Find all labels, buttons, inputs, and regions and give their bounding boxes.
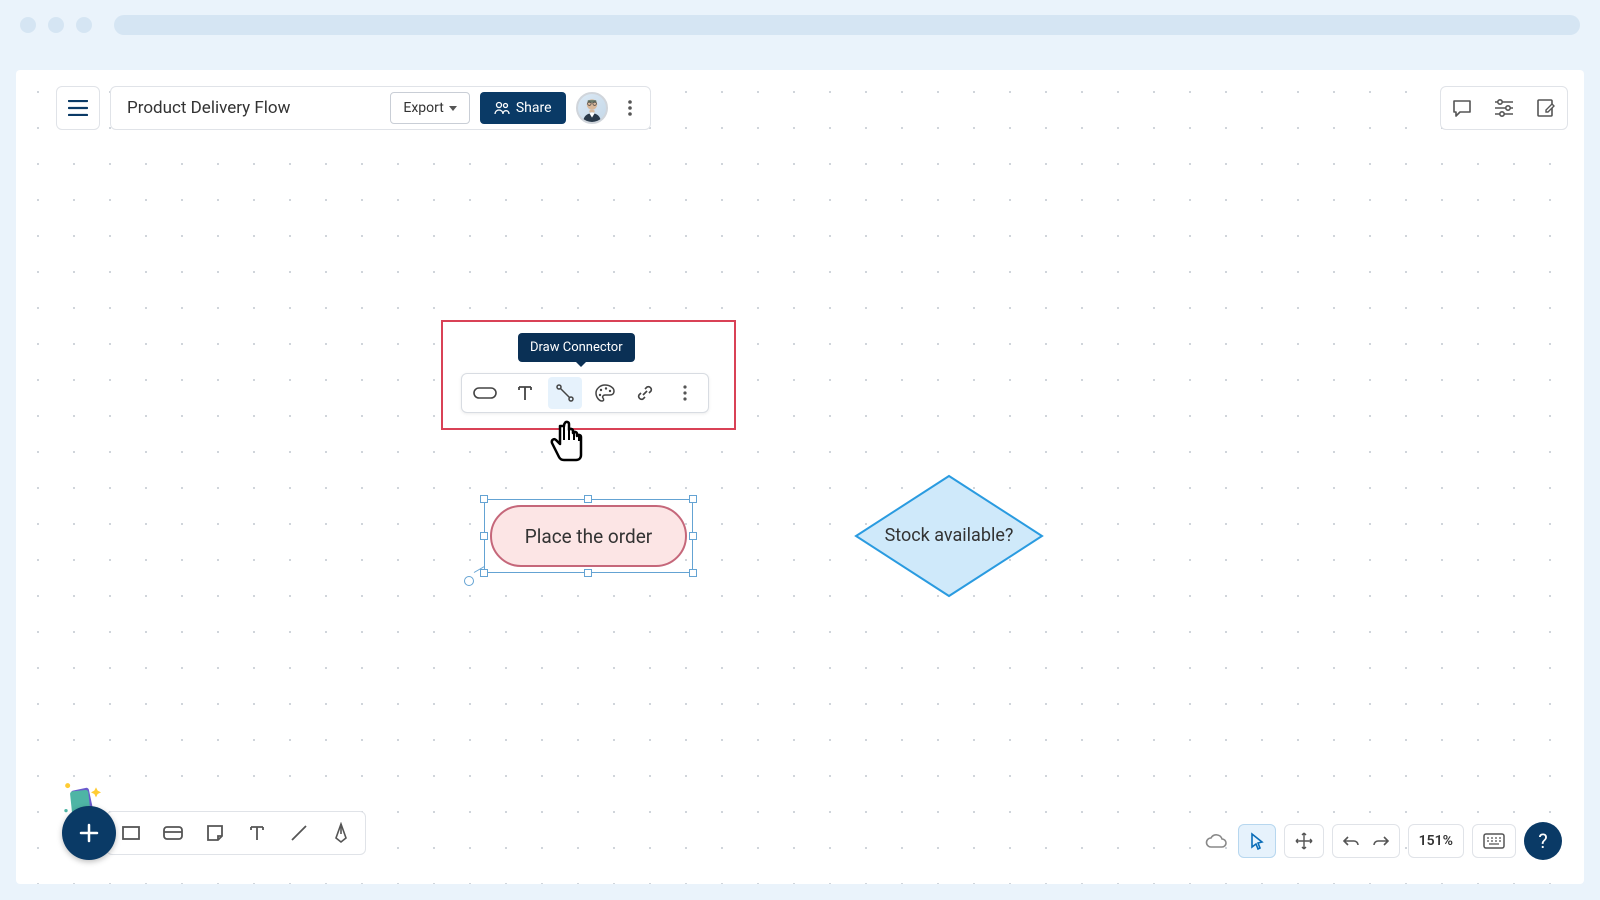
hamburger-menu-button[interactable] — [56, 86, 100, 130]
canvas[interactable]: Product Delivery Flow Export Share — [16, 70, 1584, 884]
browser-chrome — [0, 0, 1600, 50]
shape-style-button[interactable] — [468, 377, 502, 409]
link-button[interactable] — [628, 377, 662, 409]
comments-button[interactable] — [1449, 95, 1475, 121]
container-icon — [162, 824, 184, 842]
settings-button[interactable] — [1491, 95, 1517, 121]
shape-text: Stock available? — [885, 524, 1014, 548]
select-mode-button[interactable] — [1238, 824, 1276, 858]
selection-handle[interactable] — [689, 532, 697, 540]
cursor-icon — [1249, 832, 1265, 850]
url-bar — [114, 15, 1580, 35]
traffic-dot — [20, 17, 36, 33]
line-icon — [289, 823, 309, 843]
sliders-icon — [1493, 98, 1515, 118]
keyboard-shortcuts-button[interactable] — [1472, 824, 1516, 858]
redo-icon — [1372, 834, 1390, 848]
more-menu-button[interactable] — [618, 92, 642, 124]
kebab-icon — [628, 100, 632, 116]
text-style-button[interactable] — [508, 377, 542, 409]
selection-handle[interactable] — [689, 495, 697, 503]
share-label: Share — [516, 100, 552, 116]
traffic-dot — [48, 17, 64, 33]
rectangle-tool[interactable] — [119, 821, 143, 845]
undo-icon — [1342, 834, 1360, 848]
top-left-group: Product Delivery Flow Export Share — [56, 86, 651, 130]
link-icon — [635, 383, 655, 403]
zoom-level-button[interactable]: 151% — [1408, 824, 1464, 858]
tooltip-text: Draw Connector — [530, 340, 623, 355]
avatar-image — [578, 94, 606, 122]
decision-text-wrap: Stock available? — [854, 474, 1044, 598]
text-icon — [248, 824, 266, 842]
more-options-button[interactable] — [668, 377, 702, 409]
plus-icon — [78, 822, 100, 844]
rectangle-icon — [121, 824, 141, 842]
export-label: Export — [403, 100, 443, 116]
bottom-left-group — [62, 806, 366, 860]
document-title[interactable]: Product Delivery Flow — [127, 98, 290, 118]
add-fab-button[interactable] — [62, 806, 116, 860]
selection-handle[interactable] — [480, 495, 488, 503]
shape-context-toolbar — [461, 373, 709, 413]
caret-down-icon — [449, 106, 457, 111]
note-edit-icon — [1535, 97, 1557, 119]
tooltip: Draw Connector — [518, 333, 635, 362]
selection-handle[interactable] — [584, 569, 592, 577]
edit-button[interactable] — [1533, 95, 1559, 121]
palette-icon — [594, 383, 616, 403]
help-button[interactable]: ? — [1524, 822, 1562, 860]
export-button[interactable]: Export — [390, 92, 469, 124]
freehand-tool[interactable] — [329, 821, 353, 845]
share-button[interactable]: Share — [480, 92, 566, 124]
selection-handle[interactable] — [689, 569, 697, 577]
hamburger-icon — [68, 100, 88, 116]
selection-handle[interactable] — [480, 532, 488, 540]
people-icon — [494, 101, 510, 115]
chat-icon — [1451, 97, 1473, 119]
kebab-icon — [683, 385, 687, 401]
text-tool[interactable] — [245, 821, 269, 845]
traffic-dot — [76, 17, 92, 33]
cloud-icon — [1204, 832, 1228, 850]
line-tool[interactable] — [287, 821, 311, 845]
selection-handle[interactable] — [584, 495, 592, 503]
user-avatar[interactable] — [576, 92, 608, 124]
bottom-right-group: 151% ? — [1204, 822, 1562, 860]
question-mark-icon: ? — [1538, 829, 1547, 853]
move-icon — [1295, 832, 1313, 850]
redo-button[interactable] — [1371, 831, 1391, 851]
connector-icon — [555, 383, 575, 403]
sticky-note-icon — [205, 823, 225, 843]
pan-mode-button[interactable] — [1284, 824, 1324, 858]
undo-redo-group — [1332, 824, 1400, 858]
zoom-label: 151% — [1419, 833, 1453, 849]
pen-icon — [331, 822, 351, 844]
color-palette-button[interactable] — [588, 377, 622, 409]
shape-text: Place the order — [525, 525, 652, 548]
selection-handle[interactable] — [480, 569, 488, 577]
container-tool[interactable] — [161, 821, 185, 845]
text-icon — [516, 384, 534, 402]
title-bar: Product Delivery Flow Export Share — [110, 86, 651, 130]
bottom-shape-toolbar — [106, 811, 366, 855]
rotate-handle[interactable] — [464, 576, 474, 586]
draw-connector-button[interactable] — [548, 377, 582, 409]
sticky-note-tool[interactable] — [203, 821, 227, 845]
undo-button[interactable] — [1341, 831, 1361, 851]
cloud-sync-button[interactable] — [1204, 832, 1230, 850]
top-right-toolbar — [1440, 86, 1568, 130]
keyboard-icon — [1483, 833, 1505, 849]
shape-terminator[interactable]: Place the order — [490, 505, 687, 567]
terminator-shape-icon — [472, 385, 498, 401]
